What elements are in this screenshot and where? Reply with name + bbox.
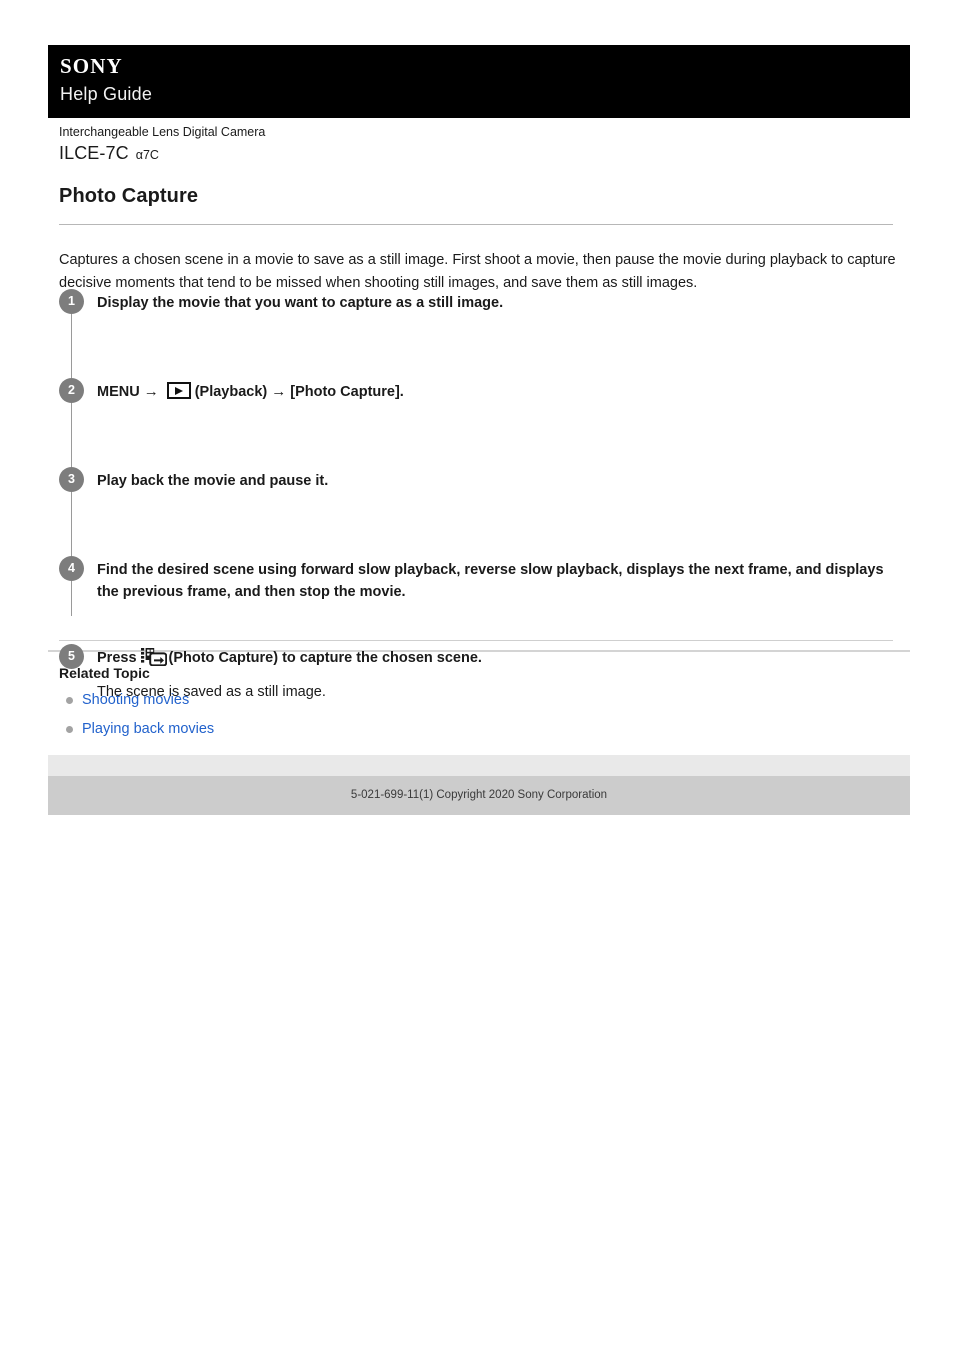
photo-capture-icon (140, 647, 167, 667)
step-number-badge: 4 (59, 556, 84, 581)
press-label: Press (97, 650, 137, 666)
footer-band-light (48, 755, 910, 776)
sony-logo: SONY (60, 54, 123, 78)
related-link-playing-back-movies[interactable]: Playing back movies (82, 721, 214, 737)
arrow-glyph: → (271, 383, 287, 400)
step-spacer (59, 407, 899, 466)
photo-capture-menu-label: [Photo Capture]. (290, 384, 404, 400)
product-alias: α7C (135, 148, 159, 162)
step-title: Find the desired scene using forward slo… (97, 562, 884, 600)
photo-capture-step-label: (Photo Capture) to capture the chosen sc… (168, 650, 482, 666)
step-title: Press (Photo Capture) to capture the chos… (97, 643, 899, 669)
step-item-3: 3 Play back the movie and pause it. (59, 466, 899, 496)
product-info: Interchangeable Lens Digital Camera ILCE… (59, 124, 659, 165)
product-model: ILCE-7C (59, 143, 129, 163)
playback-icon (166, 382, 191, 399)
content-divider-thin (59, 640, 893, 641)
title-divider (59, 224, 893, 225)
step-number-badge: 5 (59, 644, 84, 669)
footer-copyright: 5-021-699-11(1) Copyright 2020 Sony Corp… (350, 789, 608, 801)
step-item-1: 1 Display the movie that you want to cap… (59, 288, 899, 318)
arrow-glyph: → (143, 383, 159, 400)
bullet-icon (66, 726, 73, 733)
step-number-badge: 3 (59, 467, 84, 492)
list-item: Playing back movies (59, 719, 214, 739)
product-category: Interchangeable Lens Digital Camera (59, 125, 266, 139)
step-item-2: 2 MENU → (Playback) → [Photo Capture]. (59, 377, 899, 407)
help-guide-page: SONY Help Guide Interchangeable Lens Dig… (0, 0, 954, 1350)
step-title: MENU → (Playback) → [Photo Capture]. (97, 377, 899, 403)
step-title: Play back the movie and pause it. (97, 473, 329, 489)
step-item-5: 5 Press (Photo Capture) to capture the ch… (59, 643, 899, 703)
help-guide-title: Help Guide (60, 84, 153, 104)
step-number-badge: 1 (59, 289, 84, 314)
product-model-line: ILCE-7C α7C (59, 142, 659, 165)
page-title: Photo Capture (59, 185, 199, 207)
step-title: Display the movie that you want to captu… (97, 295, 504, 311)
step-number-badge: 2 (59, 378, 84, 403)
site-header: SONY Help Guide (48, 45, 910, 118)
step-spacer (59, 496, 899, 555)
step-spacer (59, 318, 899, 377)
menu-label: MENU (97, 384, 140, 400)
playback-label: (Playback) (194, 384, 268, 400)
step-spacer (59, 603, 899, 643)
step-item-4: 4 Find the desired scene using forward s… (59, 555, 899, 603)
step-description: The scene is saved as a still image. (97, 684, 326, 700)
